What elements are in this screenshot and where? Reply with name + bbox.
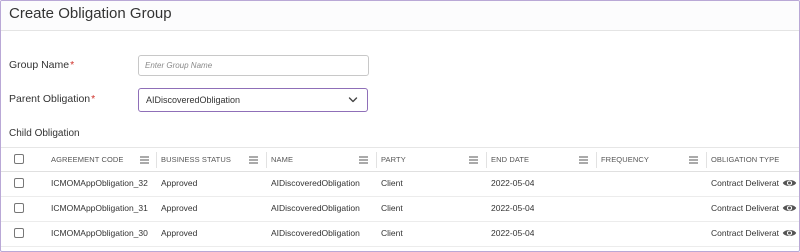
- cell-obligation-type: Contract Deliverat: [711, 178, 779, 188]
- table-row[interactable]: ICMOMAppObligation_32 Approved AIDiscove…: [1, 172, 799, 197]
- cell-end-date: 2022-05-04: [491, 178, 535, 188]
- table-header: AGREEMENT CODE BUSINESS STATUS NAME PART…: [1, 147, 799, 172]
- dialog-header: Create Obligation Group: [1, 1, 799, 31]
- parent-obligation-label-text: Parent Obligation: [9, 93, 91, 105]
- select-all-checkbox[interactable]: [14, 154, 24, 164]
- parent-obligation-value: AIDiscoveredObligation: [146, 95, 241, 105]
- group-name-label-text: Group Name: [9, 59, 70, 71]
- column-header-frequency[interactable]: FREQUENCY: [601, 148, 649, 171]
- row-checkbox[interactable]: [14, 178, 24, 188]
- eye-icon[interactable]: [782, 177, 797, 189]
- child-obligation-label: Child Obligation: [9, 128, 80, 139]
- cell-business-status: Approved: [161, 228, 198, 238]
- cell-name: AIDiscoveredObligation: [271, 228, 360, 238]
- cell-party: Client: [381, 178, 403, 188]
- cell-party: Client: [381, 228, 403, 238]
- cell-obligation-type: Contract Deliverat: [711, 203, 779, 213]
- cell-business-status: Approved: [161, 178, 198, 188]
- cell-agreement-code: ICMOMAppObligation_31: [51, 203, 148, 213]
- table-row[interactable]: ICMOMAppObligation_30 Approved AIDiscove…: [1, 222, 799, 247]
- column-menu-icon[interactable]: [140, 156, 149, 164]
- column-divider[interactable]: [156, 152, 157, 168]
- eye-icon[interactable]: [782, 227, 797, 239]
- row-checkbox[interactable]: [14, 228, 24, 238]
- cell-name: AIDiscoveredObligation: [271, 203, 360, 213]
- column-header-agreement-code[interactable]: AGREEMENT CODE: [51, 148, 124, 171]
- cell-name: AIDiscoveredObligation: [271, 178, 360, 188]
- column-menu-icon[interactable]: [689, 156, 698, 164]
- eye-icon[interactable]: [782, 202, 797, 214]
- column-divider[interactable]: [706, 152, 707, 168]
- parent-obligation-label: Parent Obligation*: [9, 93, 95, 105]
- required-mark: *: [91, 93, 96, 105]
- column-header-party[interactable]: PARTY: [381, 148, 406, 171]
- column-menu-icon[interactable]: [249, 156, 258, 164]
- column-menu-icon[interactable]: [579, 156, 588, 164]
- column-divider[interactable]: [376, 152, 377, 168]
- row-checkbox[interactable]: [14, 203, 24, 213]
- column-divider[interactable]: [596, 152, 597, 168]
- page-title: Create Obligation Group: [9, 5, 172, 22]
- cell-agreement-code: ICMOMAppObligation_32: [51, 178, 148, 188]
- group-name-label: Group Name*: [9, 59, 74, 71]
- column-divider[interactable]: [486, 152, 487, 168]
- column-header-name[interactable]: NAME: [271, 148, 293, 171]
- column-header-obligation-type[interactable]: OBLIGATION TYPE: [711, 148, 779, 171]
- dialog-frame: Create Obligation Group Group Name* Pare…: [0, 0, 800, 252]
- parent-obligation-select[interactable]: AIDiscoveredObligation: [138, 88, 368, 112]
- cell-end-date: 2022-05-04: [491, 228, 535, 238]
- column-header-business-status[interactable]: BUSINESS STATUS: [161, 148, 231, 171]
- column-menu-icon[interactable]: [469, 156, 478, 164]
- cell-obligation-type: Contract Deliverat: [711, 228, 779, 238]
- cell-business-status: Approved: [161, 203, 198, 213]
- cell-agreement-code: ICMOMAppObligation_30: [51, 228, 148, 238]
- group-name-input[interactable]: [138, 55, 369, 76]
- column-header-end-date[interactable]: END DATE: [491, 148, 529, 171]
- cell-party: Client: [381, 203, 403, 213]
- cell-end-date: 2022-05-04: [491, 203, 535, 213]
- chevron-down-icon: [348, 97, 358, 103]
- column-divider[interactable]: [266, 152, 267, 168]
- required-mark: *: [70, 59, 75, 71]
- table-row[interactable]: ICMOMAppObligation_31 Approved AIDiscove…: [1, 197, 799, 222]
- column-menu-icon[interactable]: [359, 156, 368, 164]
